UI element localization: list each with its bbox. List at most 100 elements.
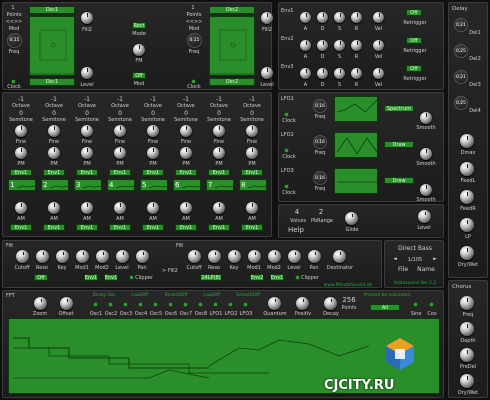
fine-knob[interactable]: [213, 125, 225, 137]
lfo-freq-knob[interactable]: 0.16: [313, 99, 327, 113]
fine-knob[interactable]: [246, 125, 258, 137]
glide-knob[interactable]: [345, 212, 358, 225]
filter2-pan-knob[interactable]: [308, 250, 321, 263]
am-knob[interactable]: [246, 202, 258, 214]
fill2-knob[interactable]: [81, 12, 93, 24]
partial-env-select[interactable]: Env1: [109, 169, 131, 176]
osc-display[interactable]: [29, 16, 75, 76]
filter2-mode-select[interactable]: 24LP(8): [200, 274, 222, 281]
partial-env-select[interactable]: Env1: [142, 169, 164, 176]
chorus-depth-knob[interactable]: [460, 322, 474, 336]
fine-knob[interactable]: [180, 125, 192, 137]
delay-feedl-knob[interactable]: [460, 162, 474, 176]
filter1-mod1-knob[interactable]: [76, 250, 89, 263]
source-led[interactable]: [154, 303, 157, 306]
partial-am-select[interactable]: Env1: [241, 224, 263, 231]
chorus-predel-knob[interactable]: [460, 348, 474, 362]
lfo-display[interactable]: [334, 132, 378, 158]
filter1-pan-knob[interactable]: [136, 250, 149, 263]
filter1-level-knob[interactable]: [116, 250, 129, 263]
partial-am-select[interactable]: Env1: [109, 224, 131, 231]
level-knob[interactable]: [261, 67, 273, 79]
osc-name-bottom[interactable]: Osc1: [29, 78, 75, 86]
vel-knob[interactable]: [373, 68, 384, 79]
source-led[interactable]: [169, 303, 172, 306]
am-knob[interactable]: [15, 202, 27, 214]
partial-graph[interactable]: 6: [173, 179, 201, 191]
zoom-knob[interactable]: [34, 297, 47, 310]
filter1-reso-knob[interactable]: [36, 250, 49, 263]
env-d-knob[interactable]: [317, 12, 328, 23]
filter1-mod2-knob[interactable]: [96, 250, 109, 263]
clipper-led[interactable]: [130, 276, 133, 279]
freq-knob[interactable]: 0.15: [7, 33, 22, 48]
source-led[interactable]: [199, 303, 202, 306]
env-r-knob[interactable]: [351, 12, 362, 23]
fill2-knob[interactable]: [261, 12, 273, 24]
delay-feedr-knob[interactable]: [460, 190, 474, 204]
partial-am-select[interactable]: Env1: [208, 224, 230, 231]
partial-env-select[interactable]: Env1: [208, 169, 230, 176]
filter2-reso-knob[interactable]: [208, 250, 221, 263]
partial-graph[interactable]: 3: [74, 179, 102, 191]
partial-graph[interactable]: 5: [140, 179, 168, 191]
osc-name-bottom[interactable]: Osc2: [209, 78, 255, 86]
lfo-freq-knob[interactable]: 0.16: [313, 135, 327, 149]
partial-am-select[interactable]: Env1: [10, 224, 32, 231]
fft-mode-select[interactable]: All: [370, 304, 400, 311]
fine-knob[interactable]: [15, 125, 27, 137]
filter1-env-select[interactable]: Env1: [84, 274, 98, 281]
filter1-key-knob[interactable]: [56, 250, 69, 263]
filter1-cutoff-knob[interactable]: [16, 250, 29, 263]
env-s-knob[interactable]: [334, 68, 345, 79]
filter2-env2-select[interactable]: Env1: [270, 274, 284, 281]
vel-knob[interactable]: [373, 40, 384, 51]
delay-lp-knob[interactable]: [460, 218, 474, 232]
env-a-knob[interactable]: [300, 68, 311, 79]
partial-am-select[interactable]: Env1: [43, 224, 65, 231]
fine-knob[interactable]: [81, 125, 93, 137]
env-r-knob[interactable]: [351, 40, 362, 51]
env-d-knob[interactable]: [317, 68, 328, 79]
delay-drywet-knob[interactable]: [460, 246, 474, 260]
pm-knob[interactable]: [180, 147, 192, 159]
retrigger-toggle[interactable]: Off: [406, 65, 422, 72]
partial-am-select[interactable]: Env1: [142, 224, 164, 231]
filter1-off-toggle[interactable]: Off: [34, 274, 48, 281]
am-knob[interactable]: [48, 202, 60, 214]
pm-knob[interactable]: [246, 147, 258, 159]
env-s-knob[interactable]: [334, 12, 345, 23]
delay-dmax-knob[interactable]: [460, 134, 474, 148]
freq-knob[interactable]: 0.15: [187, 33, 202, 48]
filter2-mod2-knob[interactable]: [268, 250, 281, 263]
pm-knob[interactable]: [114, 147, 126, 159]
filter2-env-select[interactable]: Env2: [250, 274, 264, 281]
partial-graph[interactable]: 8: [239, 179, 267, 191]
lfo-clock-led[interactable]: [285, 113, 288, 116]
chorus-drywet-knob[interactable]: [460, 374, 474, 388]
clipper-led[interactable]: [296, 276, 299, 279]
lfo-mode-select[interactable]: Spectrum: [384, 105, 414, 112]
partial-graph[interactable]: 2: [41, 179, 69, 191]
fine-knob[interactable]: [48, 125, 60, 137]
env-a-knob[interactable]: [300, 40, 311, 51]
source-led[interactable]: [184, 303, 187, 306]
positiv-knob[interactable]: [296, 297, 309, 310]
am-knob[interactable]: [213, 202, 225, 214]
am-knob[interactable]: [147, 202, 159, 214]
cos-led[interactable]: [430, 303, 433, 306]
lfo-display[interactable]: [334, 168, 378, 194]
lfo-clock-led[interactable]: [285, 185, 288, 188]
wave-select[interactable]: Rect: [132, 22, 146, 29]
source-led[interactable]: [214, 303, 217, 306]
source-led[interactable]: [109, 303, 112, 306]
clock-led[interactable]: [192, 80, 195, 83]
partial-graph[interactable]: 1: [8, 179, 36, 191]
chorus-freq-knob[interactable]: [460, 296, 474, 310]
retrigger-toggle[interactable]: Off: [406, 37, 422, 44]
source-led[interactable]: [124, 303, 127, 306]
clock-led[interactable]: [12, 80, 15, 83]
osc-display[interactable]: [209, 16, 255, 76]
osc-state-toggle[interactable]: Off: [132, 72, 146, 79]
quantum-knob[interactable]: [268, 297, 281, 310]
